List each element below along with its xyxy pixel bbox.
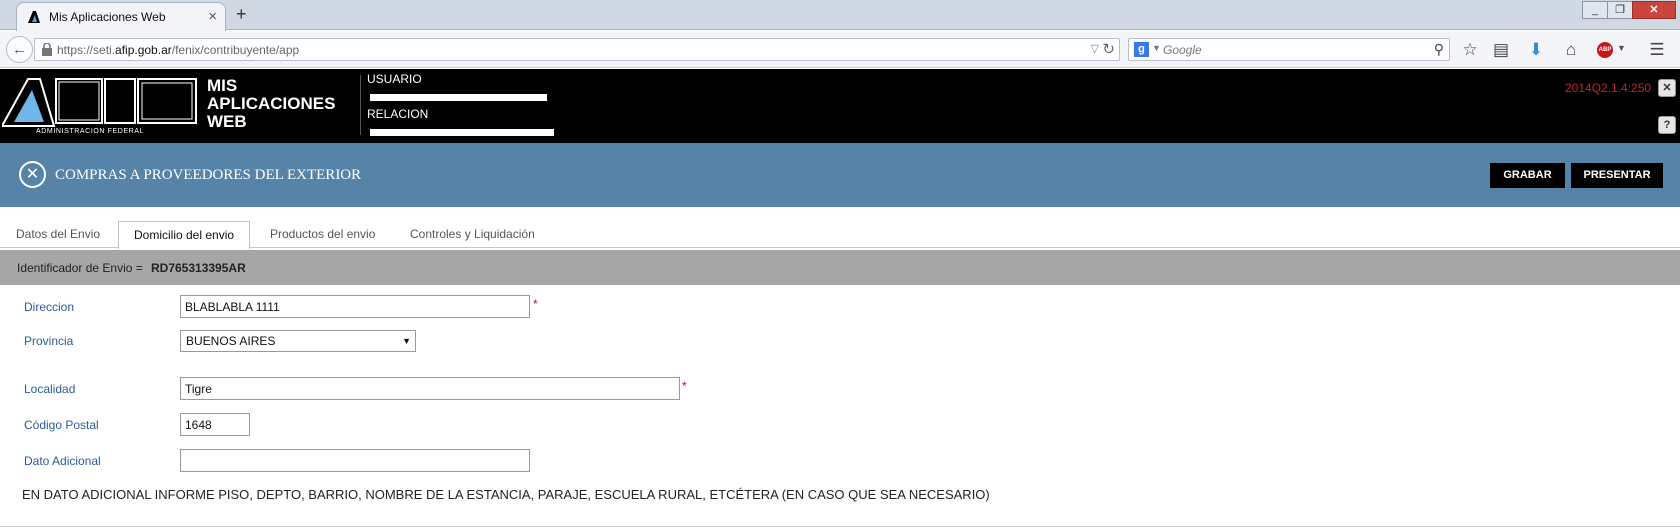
close-form-icon[interactable]: ✕: [19, 161, 46, 188]
app-title: MIS APLICACIONES WEB: [207, 76, 336, 131]
lock-icon: [42, 43, 52, 56]
bottom-divider: [0, 526, 1680, 527]
browser-nav-bar: ← https://seti.afip.gob.ar/fenix/contrib…: [0, 31, 1680, 68]
identifier-label: Identificador de Envio =: [17, 261, 143, 275]
afip-favicon-icon: [28, 11, 40, 23]
usuario-redacted: [370, 94, 547, 101]
tab-domicilio-del-envio[interactable]: Domicilio del envio: [118, 221, 251, 249]
tab-controles-y-liquidacion[interactable]: Controles y Liquidación: [410, 221, 535, 248]
relacion-redacted: [370, 129, 554, 136]
presentar-button[interactable]: PRESENTAR: [1571, 163, 1663, 188]
localidad-label: Localidad: [24, 382, 76, 396]
home-icon[interactable]: ⌂: [1560, 39, 1582, 61]
tab-close-icon[interactable]: ×: [208, 8, 217, 25]
new-tab-icon[interactable]: +: [236, 4, 247, 25]
afip-header: ADMINISTRACION FEDERAL MIS APLICACIONES …: [0, 69, 1680, 143]
tab-datos-del-envio[interactable]: Datos del Envio: [16, 221, 100, 248]
url-bar[interactable]: https://seti.afip.gob.ar/fenix/contribuy…: [34, 38, 1120, 61]
codigo-postal-label: Código Postal: [24, 418, 99, 432]
window-controls: _ ❐ ✕: [1582, 1, 1676, 19]
logout-close-icon[interactable]: ✕: [1658, 79, 1676, 97]
adblock-icon[interactable]: ABP: [1597, 42, 1613, 58]
form-tabs: Datos del Envio Domicilio del envio Prod…: [0, 207, 1680, 249]
grabar-button[interactable]: GRABAR: [1490, 163, 1565, 188]
relacion-label: RELACION: [367, 107, 429, 121]
dato-adicional-input[interactable]: [180, 449, 530, 472]
tab-productos-del-envio[interactable]: Productos del envio: [270, 221, 375, 248]
direccion-required-mark: *: [533, 297, 538, 311]
url-text: https://seti.afip.gob.ar/fenix/contribuy…: [57, 43, 300, 57]
back-arrow-icon[interactable]: ←: [6, 36, 33, 63]
search-bar[interactable]: g ▼ Google ⚲: [1128, 38, 1450, 61]
search-placeholder: Google: [1163, 43, 1202, 57]
bookmark-star-icon[interactable]: ☆: [1459, 39, 1481, 61]
google-icon[interactable]: g: [1134, 42, 1149, 57]
browser-tab-bar: Mis Aplicaciones Web × + _ ❐ ✕: [0, 0, 1680, 31]
identifier-bar: Identificador de Envio = RD765313395AR: [0, 250, 1680, 285]
reload-icon[interactable]: ↻: [1102, 40, 1115, 58]
dato-adicional-label: Dato Adicional: [24, 454, 101, 468]
engine-dropdown-icon[interactable]: ▼: [1152, 43, 1161, 53]
provincia-select[interactable]: BUENOS AIRES ▼: [180, 330, 416, 352]
window-close-icon[interactable]: ✕: [1632, 1, 1676, 19]
dato-adicional-note: EN DATO ADICIONAL INFORME PISO, DEPTO, B…: [22, 487, 990, 502]
menu-icon[interactable]: ☰: [1646, 39, 1668, 61]
header-divider: [360, 75, 361, 135]
minimize-icon[interactable]: _: [1582, 1, 1608, 19]
version-text: 2014Q2.1.4:250: [1565, 81, 1652, 95]
download-icon[interactable]: ⬇: [1525, 39, 1547, 61]
bookmarks-list-icon[interactable]: ▤: [1490, 39, 1512, 61]
title-band: ✕ COMPRAS A PROVEEDORES DEL EXTERIOR GRA…: [0, 143, 1680, 207]
logo-subtext: ADMINISTRACION FEDERAL: [36, 128, 145, 135]
restore-icon[interactable]: ❐: [1607, 1, 1633, 19]
browser-tab[interactable]: Mis Aplicaciones Web ×: [16, 2, 226, 31]
adblock-dropdown-icon[interactable]: ▼: [1617, 43, 1626, 53]
usuario-label: USUARIO: [367, 72, 422, 86]
search-icon[interactable]: ⚲: [1434, 41, 1444, 58]
page-title: COMPRAS A PROVEEDORES DEL EXTERIOR: [55, 167, 362, 183]
codigo-postal-input[interactable]: [180, 413, 250, 436]
browser-tab-title: Mis Aplicaciones Web: [49, 10, 166, 24]
localidad-input[interactable]: [180, 377, 680, 400]
url-dropdown-icon[interactable]: ▽: [1091, 42, 1099, 55]
direccion-label: Direccion: [24, 300, 75, 314]
provincia-selected: BUENOS AIRES: [186, 334, 276, 348]
localidad-required-mark: *: [682, 379, 687, 393]
direccion-input[interactable]: [180, 295, 530, 318]
provincia-label: Provincia: [24, 334, 74, 348]
identifier-value: RD765313395AR: [151, 261, 246, 275]
chevron-down-icon: ▼: [402, 336, 411, 346]
help-icon[interactable]: ?: [1658, 116, 1676, 134]
